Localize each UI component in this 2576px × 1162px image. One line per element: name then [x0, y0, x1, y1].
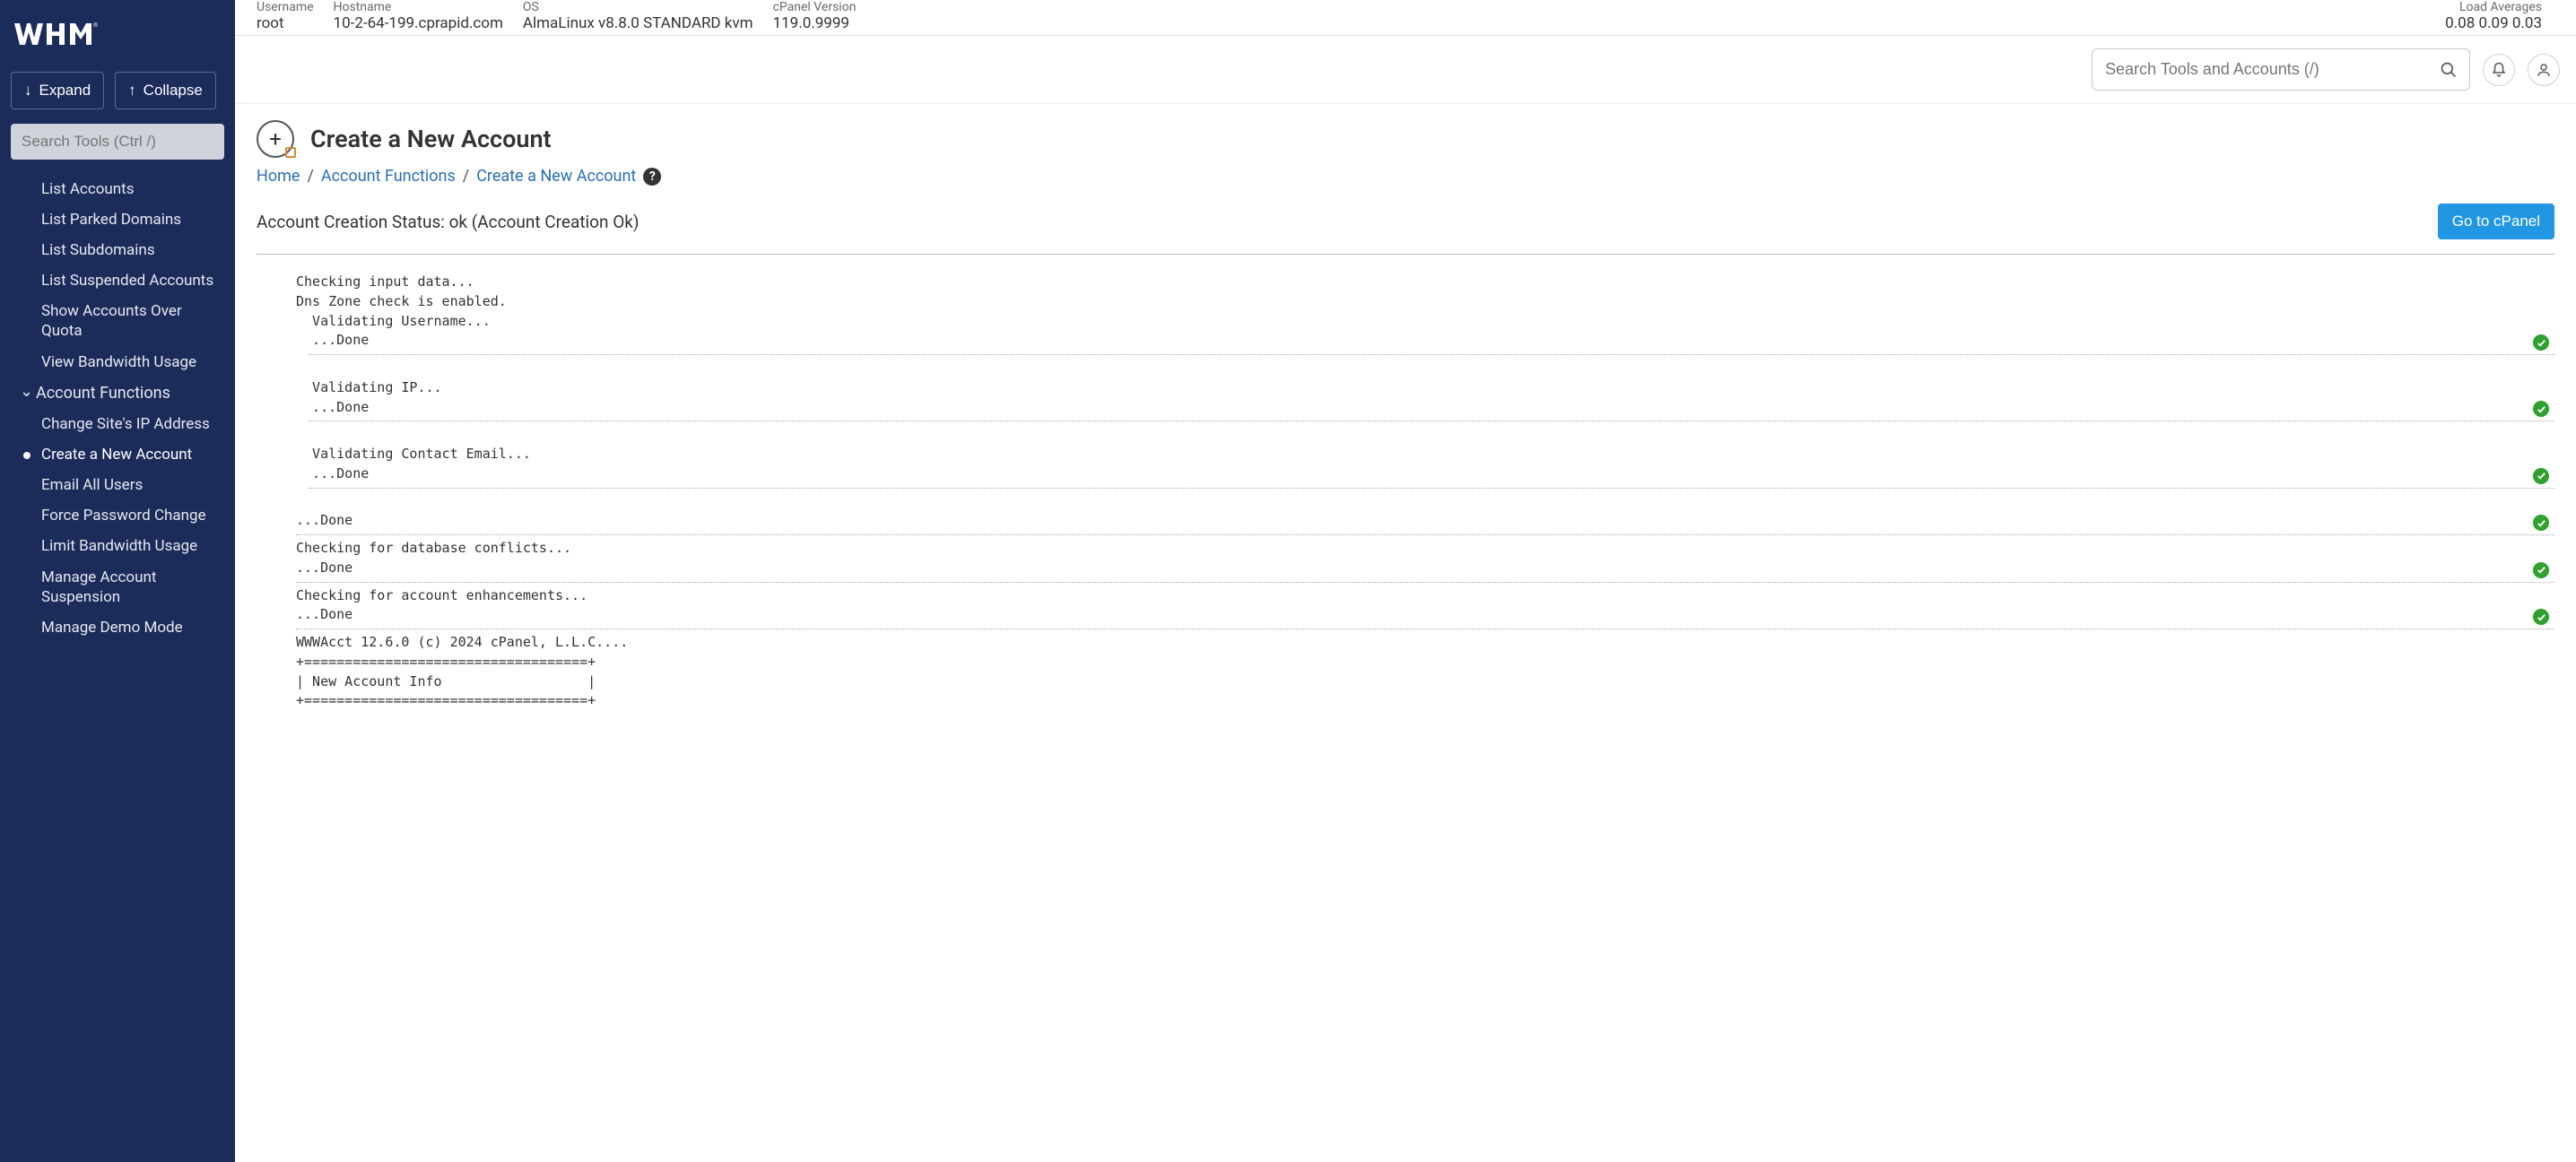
bell-icon — [2491, 62, 2507, 78]
log-line: WWWAcct 12.6.0 (c) 2024 cPanel, L.L.C...… — [296, 633, 2554, 653]
nav-force-password-change[interactable]: Force Password Change — [0, 500, 235, 531]
log-line: ...Done — [296, 331, 2554, 351]
check-icon — [2533, 609, 2549, 625]
expand-button[interactable]: ↓Expand — [11, 72, 104, 109]
go-to-cpanel-button[interactable]: Go to cPanel — [2438, 204, 2554, 239]
tools-search-input[interactable] — [2092, 48, 2470, 91]
log-line: +===================================+ — [296, 691, 2554, 711]
nav-limit-bandwidth-usage[interactable]: Limit Bandwidth Usage — [0, 531, 235, 561]
log-line: ...Done — [296, 464, 2554, 484]
creation-log: Checking input data... Dns Zone check is… — [257, 264, 2554, 711]
log-separator — [309, 354, 2554, 355]
sidebar: ® ↓Expand ↑Collapse List Accounts List P… — [0, 0, 235, 1162]
nav-list-accounts[interactable]: List Accounts — [0, 174, 235, 204]
tb-load-value: 0.08 0.09 0.03 — [2445, 14, 2542, 32]
breadcrumb-current[interactable]: Create a New Account — [476, 167, 636, 186]
log-line: Dns Zone check is enabled. — [296, 292, 2554, 312]
nav-category-account-functions[interactable]: Account Functions — [0, 377, 235, 409]
search-icon — [2440, 61, 2458, 79]
check-icon — [2533, 515, 2549, 531]
tb-cpv-value: 119.0.9999 — [773, 14, 857, 32]
add-account-icon: + — [257, 120, 294, 158]
toolsbar — [235, 36, 2576, 104]
svg-text:®: ® — [93, 22, 98, 29]
breadcrumb-home[interactable]: Home — [257, 167, 300, 186]
creation-status-text: Account Creation Status: ok (Account Cre… — [257, 212, 640, 232]
check-icon — [2533, 334, 2549, 351]
log-line: ...Done — [296, 511, 2554, 531]
collapse-button[interactable]: ↑Collapse — [115, 72, 216, 109]
tb-username-label: Username — [257, 0, 314, 14]
whm-logo: ® — [0, 0, 235, 66]
tb-os-value: AlmaLinux v8.8.0 STANDARD kvm — [523, 14, 753, 32]
log-line: ...Done — [296, 559, 2554, 578]
check-icon — [2533, 468, 2549, 484]
log-line: Validating Username... — [296, 312, 2554, 332]
page-title: Create a New Account — [310, 125, 552, 153]
user-icon — [2536, 62, 2552, 78]
tb-load-label: Load Averages — [2445, 0, 2542, 14]
breadcrumb: Home/ Account Functions/ Create a New Ac… — [257, 167, 2554, 186]
notifications-button[interactable] — [2483, 54, 2515, 86]
user-menu-button[interactable] — [2528, 54, 2560, 86]
whm-logo-svg: ® — [13, 18, 106, 54]
log-line: Validating Contact Email... — [296, 445, 2554, 464]
sidebar-search-input[interactable] — [11, 124, 224, 160]
nav-create-new-account[interactable]: Create a New Account — [0, 439, 235, 470]
tb-cpv-label: cPanel Version — [773, 0, 857, 14]
log-line: Checking input data... — [296, 273, 2554, 292]
log-separator — [296, 534, 2554, 535]
log-line: +===================================+ — [296, 653, 2554, 672]
log-line: ...Done — [296, 398, 2554, 418]
log-separator — [296, 582, 2554, 583]
nav-email-all-users[interactable]: Email All Users — [0, 470, 235, 500]
nav-manage-account-suspension[interactable]: Manage Account Suspension — [0, 562, 235, 612]
topbar: Usernameroot Hostname10-2-64-199.cprapid… — [235, 0, 2576, 36]
log-line: Validating IP... — [296, 378, 2554, 398]
down-arrow-icon: ↓ — [24, 82, 32, 100]
log-line: Checking for account enhancements... — [296, 586, 2554, 606]
check-icon — [2533, 562, 2549, 578]
log-line: ...Done — [296, 605, 2554, 625]
nav-list-suspended-accounts[interactable]: List Suspended Accounts — [0, 265, 235, 296]
breadcrumb-account-functions[interactable]: Account Functions — [321, 167, 456, 186]
help-icon[interactable]: ? — [643, 168, 661, 186]
tb-os-label: OS — [523, 0, 753, 14]
nav-list-subdomains[interactable]: List Subdomains — [0, 235, 235, 265]
up-arrow-icon: ↑ — [128, 82, 136, 100]
nav-list-parked-domains[interactable]: List Parked Domains — [0, 204, 235, 235]
log-separator — [309, 488, 2554, 489]
log-line: | New Account Info | — [296, 672, 2554, 692]
log-line: Checking for database conflicts... — [296, 539, 2554, 559]
nav-view-bandwidth-usage[interactable]: View Bandwidth Usage — [0, 347, 235, 377]
nav-manage-demo-mode[interactable]: Manage Demo Mode — [0, 612, 235, 643]
tb-hostname-label: Hostname — [334, 0, 503, 14]
nav-show-accounts-over-quota[interactable]: Show Accounts Over Quota — [0, 296, 235, 346]
tb-username-value: root — [257, 14, 314, 32]
nav-change-site-ip[interactable]: Change Site's IP Address — [0, 409, 235, 439]
tb-hostname-value: 10-2-64-199.cprapid.com — [334, 14, 503, 32]
